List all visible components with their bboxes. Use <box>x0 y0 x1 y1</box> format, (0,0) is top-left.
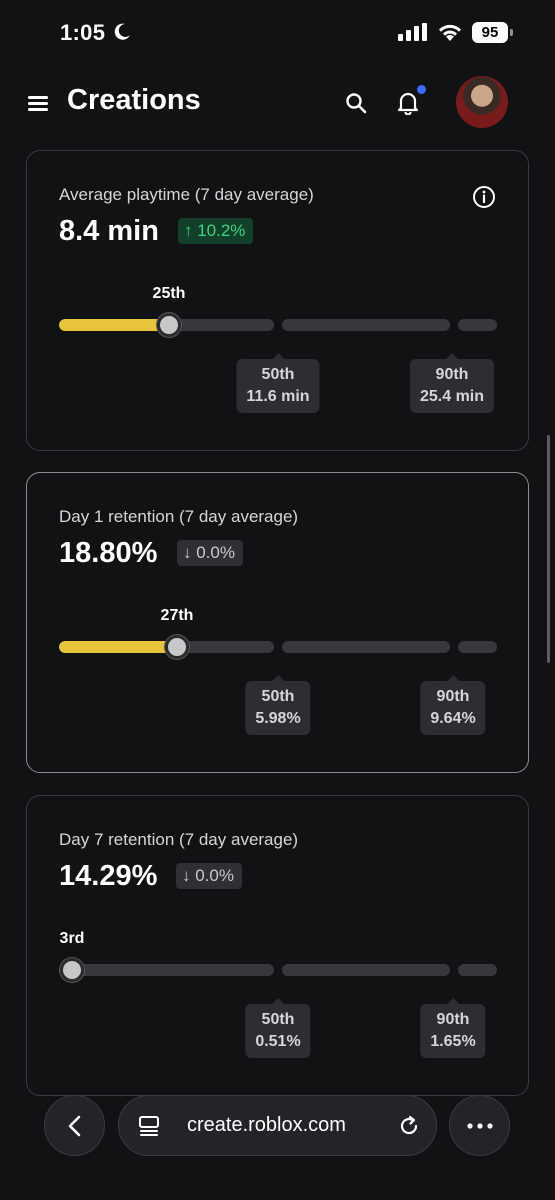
menu-icon[interactable] <box>28 96 50 112</box>
marker-50th: 50th 5.98% <box>245 675 311 735</box>
wifi-icon <box>439 24 461 41</box>
metric-card-day7-retention: Day 7 retention (7 day average) 14.29% ↓… <box>26 795 529 1096</box>
marker-value: 11.6 min <box>246 388 310 405</box>
percentile-track-mid <box>282 319 450 331</box>
battery-indicator: 95 <box>472 22 508 43</box>
reload-icon[interactable] <box>398 1115 420 1137</box>
metric-title: Day 1 retention (7 day average) <box>59 507 299 526</box>
marker-50th: 50th 0.51% <box>245 998 311 1058</box>
search-icon[interactable] <box>345 92 367 114</box>
avatar[interactable] <box>456 76 508 128</box>
scrollbar[interactable] <box>547 435 550 663</box>
rank-label: 25th <box>152 285 186 302</box>
percentile-track-high <box>458 641 497 653</box>
marker-value: 9.64% <box>430 710 476 727</box>
marker-percentile: 50th <box>261 366 295 383</box>
status-bar: 1:05 95 <box>0 0 555 62</box>
metric-card-playtime: Average playtime (7 day average) 8.4 min… <box>26 150 529 451</box>
percentile-track-mid <box>282 641 450 653</box>
metric-value: 18.80% <box>59 537 158 569</box>
percentile-track-mid <box>282 964 450 976</box>
marker-percentile: 90th <box>435 366 469 383</box>
marker-50th: 50th 11.6 min <box>236 353 320 413</box>
metric-card-day1-retention[interactable]: Day 1 retention (7 day average) 18.80% ↓… <box>26 472 529 773</box>
back-button[interactable] <box>44 1095 105 1156</box>
status-time: 1:05 <box>60 20 106 45</box>
address-bar[interactable]: create.roblox.com <box>118 1095 437 1156</box>
browser-toolbar: create.roblox.com <box>0 1090 555 1160</box>
moon-icon <box>114 23 130 40</box>
page-title: Creations <box>67 84 201 116</box>
bell-icon[interactable] <box>397 91 419 115</box>
marker-value: 0.51% <box>255 1033 301 1050</box>
rank-label: 27th <box>160 607 194 624</box>
app-header: Creations <box>0 72 555 132</box>
signal-icon <box>398 23 427 41</box>
percentile-knob <box>157 313 181 337</box>
percentile-track-high <box>458 964 497 976</box>
delta-badge: ↓ 0.0% <box>177 540 243 566</box>
marker-value: 5.98% <box>255 710 301 727</box>
marker-value: 25.4 min <box>419 388 485 405</box>
marker-90th: 90th 25.4 min <box>409 353 495 413</box>
percentile-knob <box>60 958 84 982</box>
percentile-knob <box>165 635 189 659</box>
percentile-fill <box>59 319 167 331</box>
info-icon[interactable] <box>472 185 496 209</box>
metric-value: 14.29% <box>59 860 158 892</box>
percentile-track-high <box>458 319 497 331</box>
marker-percentile: 50th <box>261 1011 295 1028</box>
back-icon <box>68 1115 81 1137</box>
marker-percentile: 90th <box>436 688 470 705</box>
more-button[interactable] <box>449 1095 510 1156</box>
battery-nub <box>510 29 513 36</box>
marker-value: 1.65% <box>430 1033 476 1050</box>
marker-90th: 90th 9.64% <box>420 675 486 735</box>
percentile-track-low <box>59 964 274 976</box>
delta-badge: ↓ 0.0% <box>176 863 242 889</box>
more-icon <box>467 1123 493 1129</box>
marker-percentile: 90th <box>436 1011 470 1028</box>
percentile-fill <box>59 641 175 653</box>
notification-dot <box>417 85 426 94</box>
metric-title: Average playtime (7 day average) <box>59 185 314 204</box>
metric-value: 8.4 min <box>59 215 159 247</box>
delta-badge: ↑ 10.2% <box>178 218 254 244</box>
metric-title: Day 7 retention (7 day average) <box>59 830 299 849</box>
rank-label: 3rd <box>59 930 85 947</box>
marker-percentile: 50th <box>261 688 295 705</box>
tabs-icon[interactable] <box>138 1115 160 1137</box>
marker-90th: 90th 1.65% <box>420 998 486 1058</box>
url-text: create.roblox.com <box>187 1114 346 1136</box>
